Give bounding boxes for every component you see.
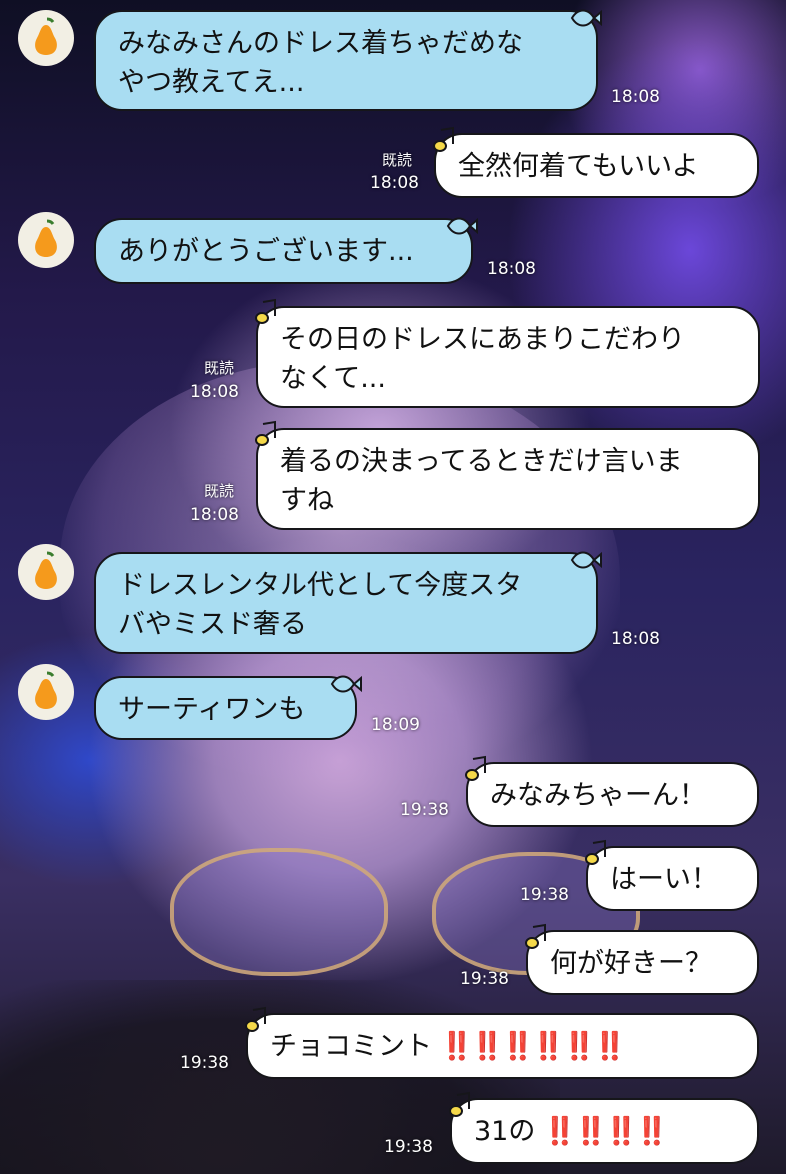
message-time: 18:09 — [371, 715, 420, 735]
message-bubble-outgoing[interactable]: チョコミント ‼️‼️‼️‼️‼️‼️ — [246, 1013, 759, 1079]
message-text: ありがとうございます... — [118, 236, 414, 267]
message-bubble-incoming[interactable]: みなみさんのドレス着ちゃだめな やつ教えてえ... — [94, 10, 598, 111]
pear-icon[interactable] — [18, 544, 74, 600]
fish-icon — [570, 551, 602, 569]
message-bubble-incoming[interactable]: ドレスレンタル代として今度スタ バやミスド奢る — [94, 552, 598, 654]
music-note-icon — [255, 420, 276, 446]
message-time: 18:08 — [487, 259, 536, 279]
message-time: 18:08 — [190, 382, 239, 402]
message-time: 19:38 — [400, 800, 449, 820]
music-note-icon — [255, 298, 276, 324]
message-text: サーティワンも — [118, 694, 306, 725]
message-text: 全然何着てもいいよ — [458, 151, 699, 182]
pear-icon[interactable] — [18, 212, 74, 268]
music-note-icon — [245, 1006, 266, 1032]
message-bubble-outgoing[interactable]: 何が好きー？ — [526, 930, 759, 995]
message-bubble-incoming[interactable]: サーティワンも — [94, 676, 357, 740]
pear-icon[interactable] — [18, 664, 74, 720]
message-time: 19:38 — [460, 969, 509, 989]
music-note-icon — [465, 755, 486, 781]
message-text: その日のドレスにあまりこだわり なくて... — [280, 324, 685, 394]
message-text: はーい！ — [610, 864, 718, 895]
message-bubble-outgoing[interactable]: 全然何着てもいいよ — [434, 133, 759, 198]
read-receipt: 既読 — [382, 151, 413, 169]
message-text: チョコミント — [270, 1031, 432, 1062]
message-time: 18:08 — [611, 87, 660, 107]
message-time: 18:08 — [190, 505, 239, 525]
message-time: 18:08 — [370, 173, 419, 193]
fish-icon — [570, 9, 602, 27]
double-exclamation-emoji: ‼️‼️‼️‼️ — [543, 1116, 668, 1147]
music-note-icon — [433, 126, 454, 152]
message-bubble-outgoing[interactable]: その日のドレスにあまりこだわり なくて... — [256, 306, 760, 408]
double-exclamation-emoji: ‼️‼️‼️‼️‼️‼️ — [440, 1031, 627, 1062]
music-note-icon — [585, 839, 606, 865]
message-time: 19:38 — [180, 1053, 229, 1073]
message-bubble-outgoing[interactable]: 31の ‼️‼️‼️‼️ — [450, 1098, 759, 1164]
read-receipt: 既読 — [204, 482, 235, 500]
fish-icon — [446, 217, 478, 235]
music-note-icon — [525, 923, 546, 949]
pear-icon[interactable] — [18, 10, 74, 66]
message-bubble-outgoing[interactable]: はーい！ — [586, 846, 759, 911]
read-receipt: 既読 — [204, 359, 235, 377]
message-bubble-outgoing[interactable]: みなみちゃーん！ — [466, 762, 759, 827]
message-text: 31の — [474, 1116, 536, 1147]
message-text: ドレスレンタル代として今度スタ バやミスド奢る — [118, 570, 523, 640]
fish-icon — [330, 675, 362, 693]
music-note-icon — [449, 1091, 470, 1117]
message-time: 18:08 — [611, 629, 660, 649]
message-text: みなみちゃーん！ — [490, 780, 706, 811]
message-text: みなみさんのドレス着ちゃだめな やつ教えてえ... — [118, 28, 523, 98]
message-text: 着るの決まってるときだけ言いま すね — [280, 446, 683, 516]
message-bubble-incoming[interactable]: ありがとうございます... — [94, 218, 473, 284]
message-text: 何が好きー？ — [550, 948, 712, 979]
message-time: 19:38 — [520, 885, 569, 905]
message-bubble-outgoing[interactable]: 着るの決まってるときだけ言いま すね — [256, 428, 760, 530]
message-time: 19:38 — [384, 1137, 433, 1157]
